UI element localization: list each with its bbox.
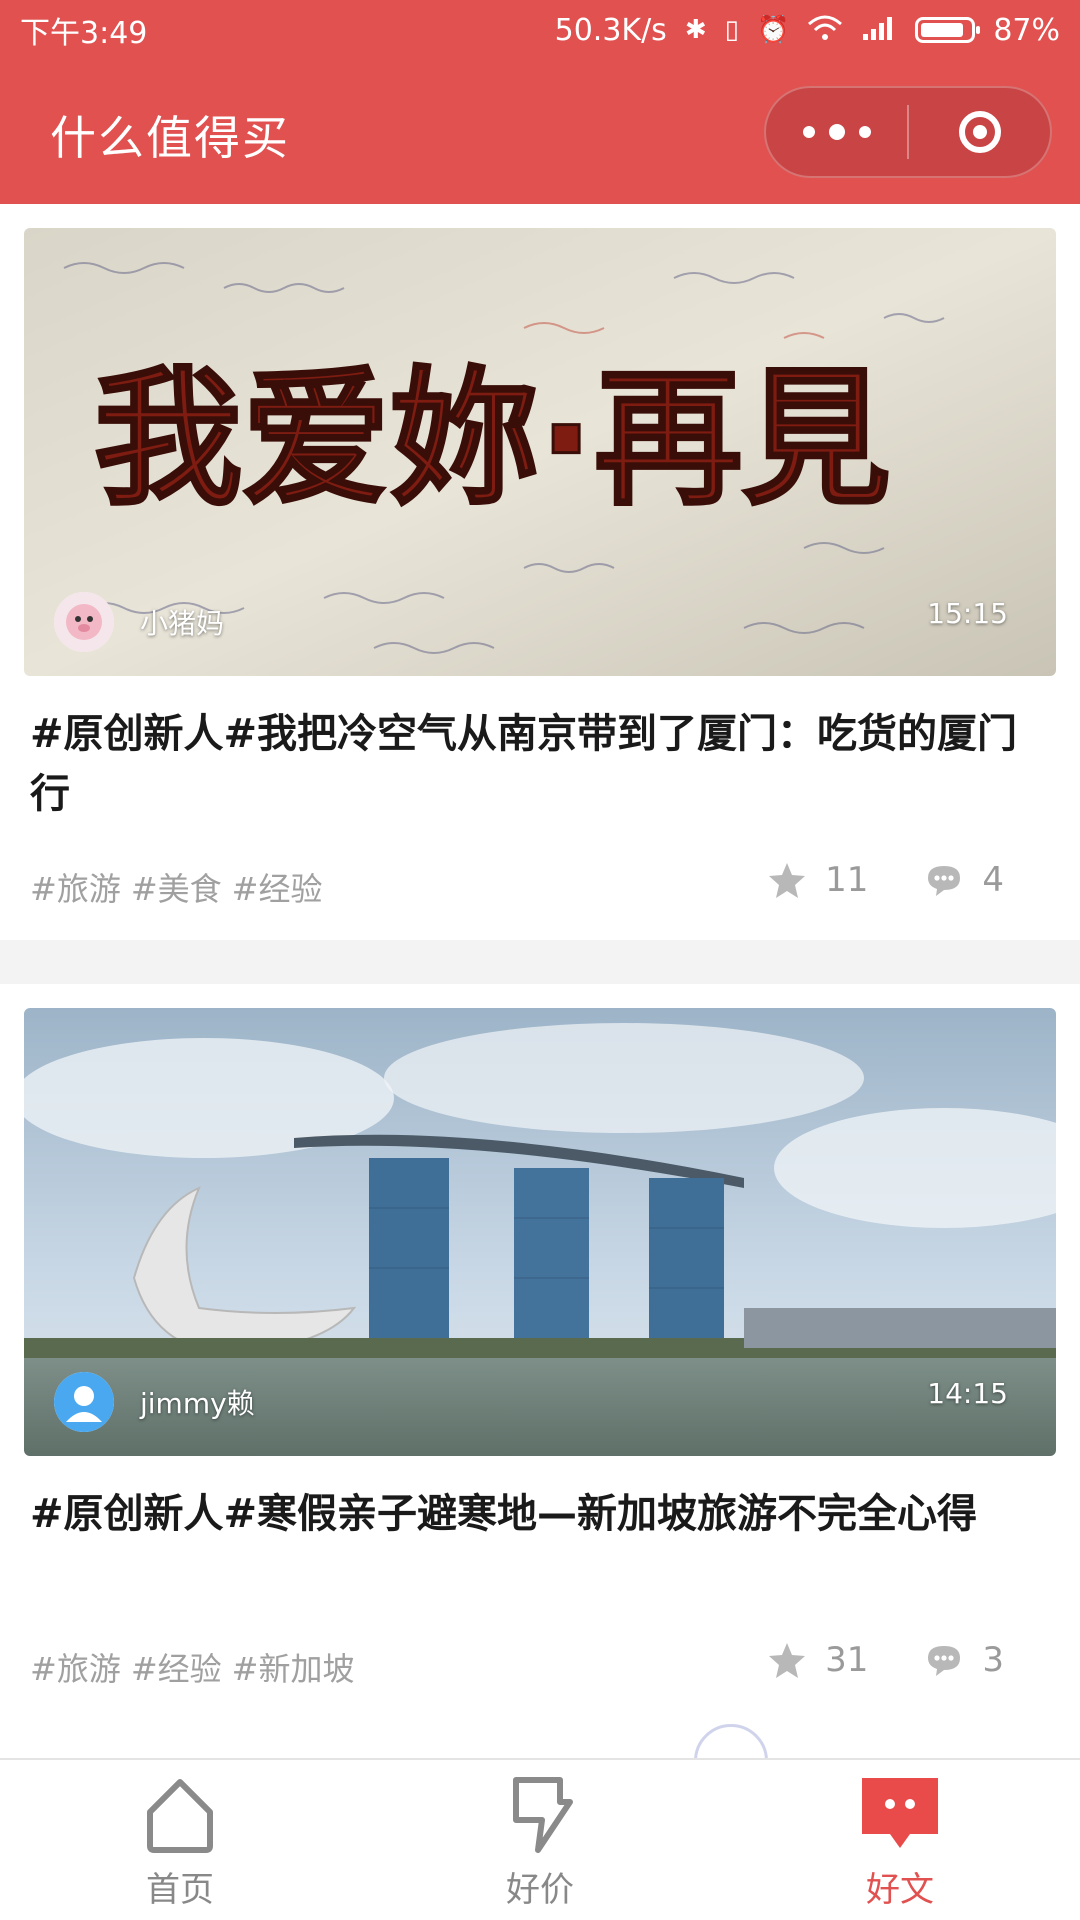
article-author[interactable]: 小猪妈 (54, 592, 224, 652)
star-icon (769, 863, 806, 898)
status-bar: 下午3:49 50.3K/s ✱ ▯ ⏰ 87% (0, 0, 1080, 60)
article-title[interactable]: #原创新人#寒假亲子避寒地—新加坡旅游不完全心得 (30, 1484, 1040, 1544)
tab-label: 好价 (506, 1870, 574, 1910)
article-stats: 11 4 (767, 860, 1004, 900)
graffiti-wall-image[interactable]: 我爱妳·再見 小猪妈 15:15 (24, 228, 1056, 676)
app-header: 什么值得买 (0, 60, 1080, 204)
miniprogram-capsule (764, 86, 1052, 178)
article-stats: 31 3 (767, 1640, 1004, 1680)
post-time: 14:15 (927, 1377, 1008, 1410)
article-tags: #旅游 #美食 #经验 (30, 864, 322, 910)
comment-icon (928, 866, 961, 896)
chat-bubble-icon (862, 1778, 938, 1848)
author-name: jimmy赖 (140, 1387, 255, 1420)
author-name: 小猪妈 (140, 607, 225, 640)
tag[interactable]: #美食 (131, 864, 222, 910)
cover-graffiti-text: 我爱妳·再見 (94, 353, 890, 525)
tag[interactable]: #经验 (131, 1644, 222, 1690)
star-count[interactable]: 11 (767, 860, 868, 900)
tab-deals[interactable]: 好价 (360, 1760, 720, 1920)
battery-icon (915, 17, 981, 43)
comment-count[interactable]: 3 (924, 1640, 1004, 1680)
tag[interactable]: #旅游 (30, 864, 121, 910)
vibrate-icon: ▯ (724, 15, 739, 45)
status-time: 下午3:49 (20, 16, 148, 51)
marina-bay-sands-image[interactable]: jimmy赖 14:15 (24, 1008, 1056, 1456)
comment-icon (928, 1646, 961, 1676)
wifi-icon (807, 14, 843, 47)
network-speed: 50.3K/s (554, 12, 667, 48)
signal-icon (861, 14, 897, 47)
comment-count[interactable]: 4 (924, 860, 1004, 900)
alarm-icon: ⏰ (756, 15, 790, 45)
bottom-tab-bar: 首页 好价 好文 (0, 1758, 1080, 1920)
tab-label: 首页 (146, 1870, 214, 1910)
tab-articles[interactable]: 好文 (720, 1760, 1080, 1920)
star-count[interactable]: 31 (767, 1640, 868, 1680)
page-title: 什么值得买 (50, 111, 290, 165)
tag[interactable]: #经验 (232, 864, 323, 910)
post-time: 15:15 (927, 597, 1008, 630)
article-card[interactable]: 我爱妳·再見 小猪妈 15:15 #原创新人#我把冷空气从南京带到了厦门：吃货的… (0, 204, 1080, 940)
tag[interactable]: #旅游 (30, 1644, 121, 1690)
lightning-tag-icon (513, 1777, 573, 1853)
home-icon (147, 1779, 213, 1853)
avatar (54, 1372, 114, 1432)
battery-percent: 87% (993, 12, 1060, 48)
target-circle-icon[interactable] (909, 111, 1050, 153)
more-dots-icon[interactable] (766, 124, 907, 140)
article-tags: #旅游 #经验 #新加坡 (30, 1644, 354, 1690)
star-icon (769, 1643, 806, 1678)
tag[interactable]: #新加坡 (232, 1644, 355, 1690)
tab-label: 好文 (866, 1870, 934, 1910)
article-title[interactable]: #原创新人#我把冷空气从南京带到了厦门：吃货的厦门行 (30, 704, 1040, 824)
bluetooth-icon: ✱ (684, 15, 707, 45)
avatar (54, 592, 114, 652)
status-icons: 50.3K/s ✱ ▯ ⏰ 87% (555, 13, 1060, 48)
article-author[interactable]: jimmy赖 (54, 1372, 255, 1432)
tab-home[interactable]: 首页 (0, 1760, 360, 1920)
